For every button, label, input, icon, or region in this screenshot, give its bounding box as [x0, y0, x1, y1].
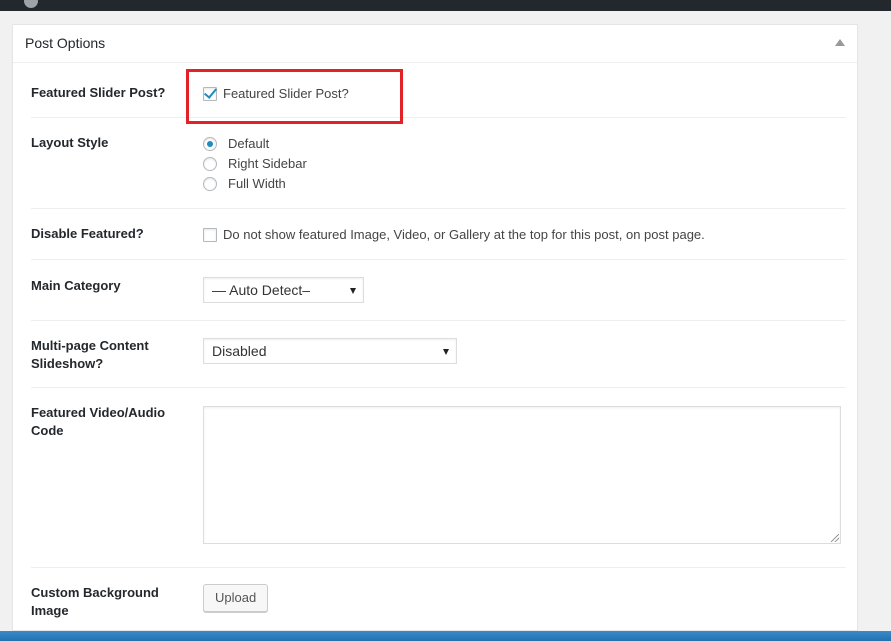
- post-options-header[interactable]: Post Options: [13, 25, 857, 63]
- highlight-box: [186, 69, 403, 124]
- caret-down-icon: [443, 349, 449, 355]
- post-options-title: Post Options: [25, 35, 106, 51]
- custom-background-row: Custom Background Image Upload: [31, 568, 846, 632]
- featured-video-label: Featured Video/Audio Code: [31, 405, 166, 438]
- custom-background-field: Upload: [203, 584, 269, 612]
- featured-slider-label: Featured Slider Post?: [31, 85, 166, 100]
- main-category-select[interactable]: — Auto Detect–: [203, 277, 364, 303]
- upload-button[interactable]: Upload: [203, 584, 269, 612]
- admin-bar: [0, 0, 891, 11]
- admin-bar-icon[interactable]: [24, 0, 38, 8]
- layout-style-radio-group: Default Right Sidebar Full Width: [203, 134, 307, 194]
- main-category-label: Main Category: [31, 278, 121, 293]
- featured-video-row: Featured Video/Audio Code: [31, 388, 846, 568]
- disable-featured-field: Do not show featured Image, Video, or Ga…: [203, 226, 705, 242]
- main-category-row: Main Category — Auto Detect–: [31, 260, 846, 321]
- layout-option-default[interactable]: Default: [203, 134, 307, 154]
- custom-background-label: Custom Background Image: [31, 585, 159, 618]
- post-options-box: Post Options Featured Slider Post? Featu…: [12, 24, 858, 631]
- featured-slider-row: Featured Slider Post? Featured Slider Po…: [31, 63, 846, 118]
- multipage-selected-value: Disabled: [212, 343, 267, 359]
- disable-featured-row: Disable Featured? Do not show featured I…: [31, 209, 846, 260]
- disable-featured-checkbox[interactable]: [203, 227, 217, 242]
- layout-style-row: Layout Style Default Right Sidebar Full …: [31, 118, 846, 209]
- multipage-select[interactable]: Disabled: [203, 338, 457, 364]
- layout-option-right-sidebar[interactable]: Right Sidebar: [203, 154, 307, 174]
- radio-right-sidebar-label[interactable]: Right Sidebar: [228, 154, 307, 174]
- main-category-field: — Auto Detect–: [203, 277, 364, 303]
- admin-bar-items: [0, 0, 38, 11]
- layout-style-label: Layout Style: [31, 135, 109, 150]
- disable-featured-checkbox-label[interactable]: Do not show featured Image, Video, or Ga…: [223, 227, 705, 242]
- multipage-row: Multi-page Content Slideshow? Disabled: [31, 321, 846, 388]
- radio-full-width[interactable]: [203, 177, 217, 191]
- radio-default[interactable]: [203, 137, 217, 151]
- multipage-field: Disabled: [203, 338, 457, 364]
- resize-grip-icon[interactable]: [831, 534, 839, 542]
- radio-default-label[interactable]: Default: [228, 134, 269, 154]
- featured-video-field: [203, 406, 841, 544]
- bottom-bar: [0, 631, 891, 641]
- multipage-label: Multi-page Content Slideshow?: [31, 338, 149, 371]
- radio-full-width-label[interactable]: Full Width: [228, 174, 286, 194]
- main-category-selected-value: — Auto Detect–: [212, 282, 311, 298]
- caret-down-icon: [350, 288, 356, 294]
- disable-featured-label: Disable Featured?: [31, 226, 144, 241]
- layout-option-full-width[interactable]: Full Width: [203, 174, 307, 194]
- radio-right-sidebar[interactable]: [203, 157, 217, 171]
- featured-video-textarea[interactable]: [203, 406, 841, 544]
- triangle-up-icon[interactable]: [835, 39, 845, 46]
